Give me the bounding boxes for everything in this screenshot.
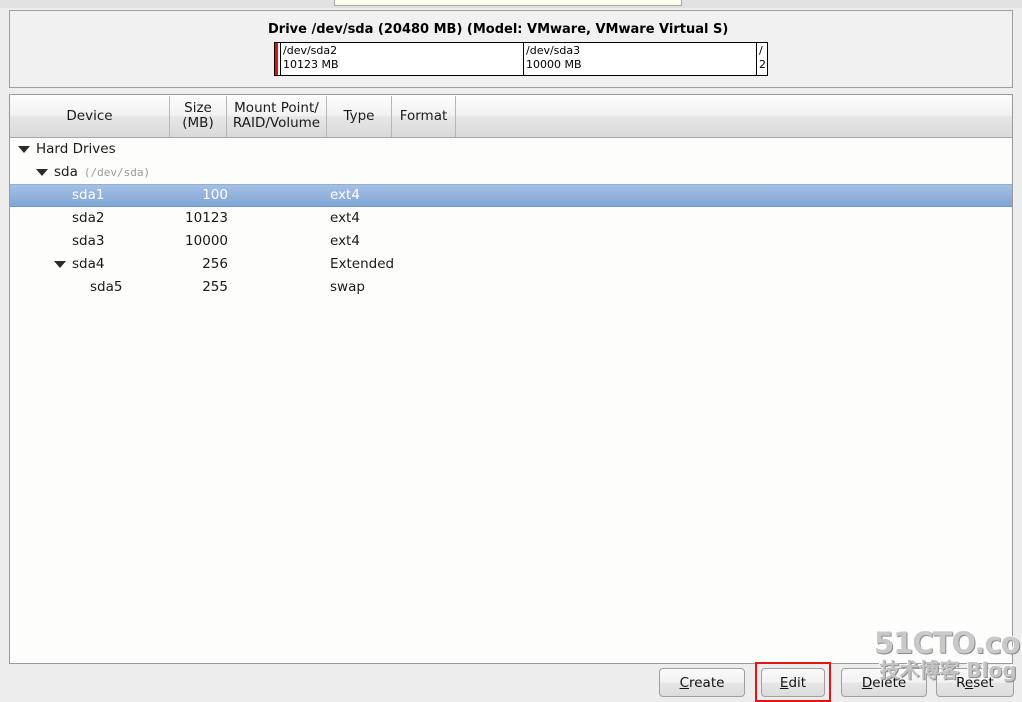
table-cell-device: sda4 bbox=[54, 253, 104, 276]
table-row[interactable]: Hard Drives bbox=[10, 138, 1012, 161]
column-header-size-line1: Size bbox=[184, 100, 212, 116]
drive-graphic-panel: Drive /dev/sda (20480 MB) (Model: VMware… bbox=[9, 10, 1013, 88]
drive-segment[interactable]: /dev/sda3 10000 MB bbox=[524, 43, 757, 75]
table-row[interactable]: sda2 10123 ext4 bbox=[10, 207, 1012, 230]
table-cell-type: ext4 bbox=[330, 210, 360, 226]
edit-button[interactable]: Edit bbox=[761, 668, 825, 697]
top-cutoff-strip bbox=[0, 0, 1022, 8]
device-name: sda4 bbox=[72, 256, 105, 272]
table-cell-size: 10000 bbox=[185, 233, 228, 249]
top-cutoff-widget bbox=[334, 0, 682, 6]
table-cell-size: 100 bbox=[202, 187, 228, 203]
create-button[interactable]: Create bbox=[659, 668, 745, 697]
column-header-size-line2: (MB) bbox=[182, 115, 214, 131]
drive-segment-size: 10123 MB bbox=[283, 58, 339, 71]
table-cell-size: 255 bbox=[202, 279, 228, 295]
table-row[interactable]: sda5 255 swap bbox=[10, 276, 1012, 299]
device-path: (/dev/sda) bbox=[83, 166, 151, 179]
table-row[interactable]: sda (/dev/sda) bbox=[10, 161, 1012, 184]
device-name: sda5 bbox=[90, 279, 123, 295]
table-cell-type: ext4 bbox=[330, 187, 360, 203]
table-cell-size: 256 bbox=[202, 256, 228, 272]
table-cell-device: Hard Drives bbox=[18, 138, 116, 161]
delete-button[interactable]: Delete bbox=[841, 668, 927, 697]
table-cell-size: 10123 bbox=[185, 210, 228, 226]
table-row[interactable]: sda1 100 ext4 bbox=[10, 184, 1012, 207]
edit-button-label: Edit bbox=[779, 674, 807, 691]
create-button-label: Create bbox=[679, 674, 725, 691]
column-header-size[interactable]: Size (MB) bbox=[170, 95, 227, 137]
drive-segment[interactable]: /dev/sda2 10123 MB bbox=[281, 43, 524, 75]
device-name: sda2 bbox=[72, 210, 105, 226]
column-header-spare bbox=[456, 96, 1012, 137]
table-row[interactable]: sda3 10000 ext4 bbox=[10, 230, 1012, 253]
drive-segment-name: /dev/sda3 bbox=[526, 44, 581, 57]
table-cell-type: Extended bbox=[330, 256, 395, 272]
table-cell-type: swap bbox=[330, 279, 365, 295]
chevron-down-icon[interactable] bbox=[54, 261, 66, 268]
drive-partition-bar[interactable]: /dev/sda2 10123 MB/dev/sda3 10000 MB/2 bbox=[274, 42, 768, 76]
partition-table-body: Hard Drives sda (/dev/sda) sda1 100 ext4 sda2 1… bbox=[10, 138, 1012, 663]
chevron-down-icon[interactable] bbox=[36, 169, 48, 176]
partition-list-panel: Device Size (MB) Mount Point/ RAID/Volum… bbox=[9, 94, 1013, 664]
column-header-type[interactable]: Type bbox=[327, 95, 392, 137]
reset-button[interactable]: Reset bbox=[936, 668, 1014, 697]
drive-segment-size: 2 bbox=[759, 58, 766, 71]
table-cell-type: ext4 bbox=[330, 233, 360, 249]
table-row[interactable]: sda4 256 Extended bbox=[10, 253, 1012, 276]
table-cell-device: sda5 bbox=[72, 276, 122, 299]
column-header-mountpoint[interactable]: Mount Point/ RAID/Volume bbox=[227, 95, 327, 137]
drive-segment-size: 10000 MB bbox=[526, 58, 582, 71]
table-cell-device: sda1 bbox=[54, 185, 104, 206]
column-header-device[interactable]: Device bbox=[10, 95, 170, 137]
chevron-down-icon[interactable] bbox=[18, 146, 30, 153]
drive-segment-name: /dev/sda2 bbox=[283, 44, 338, 57]
delete-button-label: Delete bbox=[861, 674, 907, 691]
table-cell-device: sda2 bbox=[54, 207, 104, 230]
drive-title: Drive /dev/sda (20480 MB) (Model: VMware… bbox=[268, 22, 729, 37]
device-name: sda3 bbox=[72, 233, 105, 249]
device-name: sda1 bbox=[72, 187, 105, 203]
column-header-mount-line2: RAID/Volume bbox=[232, 115, 321, 131]
column-header-format[interactable]: Format bbox=[392, 95, 456, 137]
drive-segment[interactable]: /2 bbox=[757, 43, 767, 75]
device-name: sda bbox=[54, 164, 78, 180]
table-cell-device: sda3 bbox=[54, 230, 104, 253]
drive-segment-name: / bbox=[759, 44, 763, 57]
reset-button-label: Reset bbox=[956, 674, 994, 691]
partition-table-header: Device Size (MB) Mount Point/ RAID/Volum… bbox=[10, 95, 1012, 138]
table-cell-device: sda (/dev/sda) bbox=[36, 161, 150, 184]
column-header-mount-line1: Mount Point/ bbox=[234, 100, 319, 116]
device-name: Hard Drives bbox=[36, 141, 116, 157]
